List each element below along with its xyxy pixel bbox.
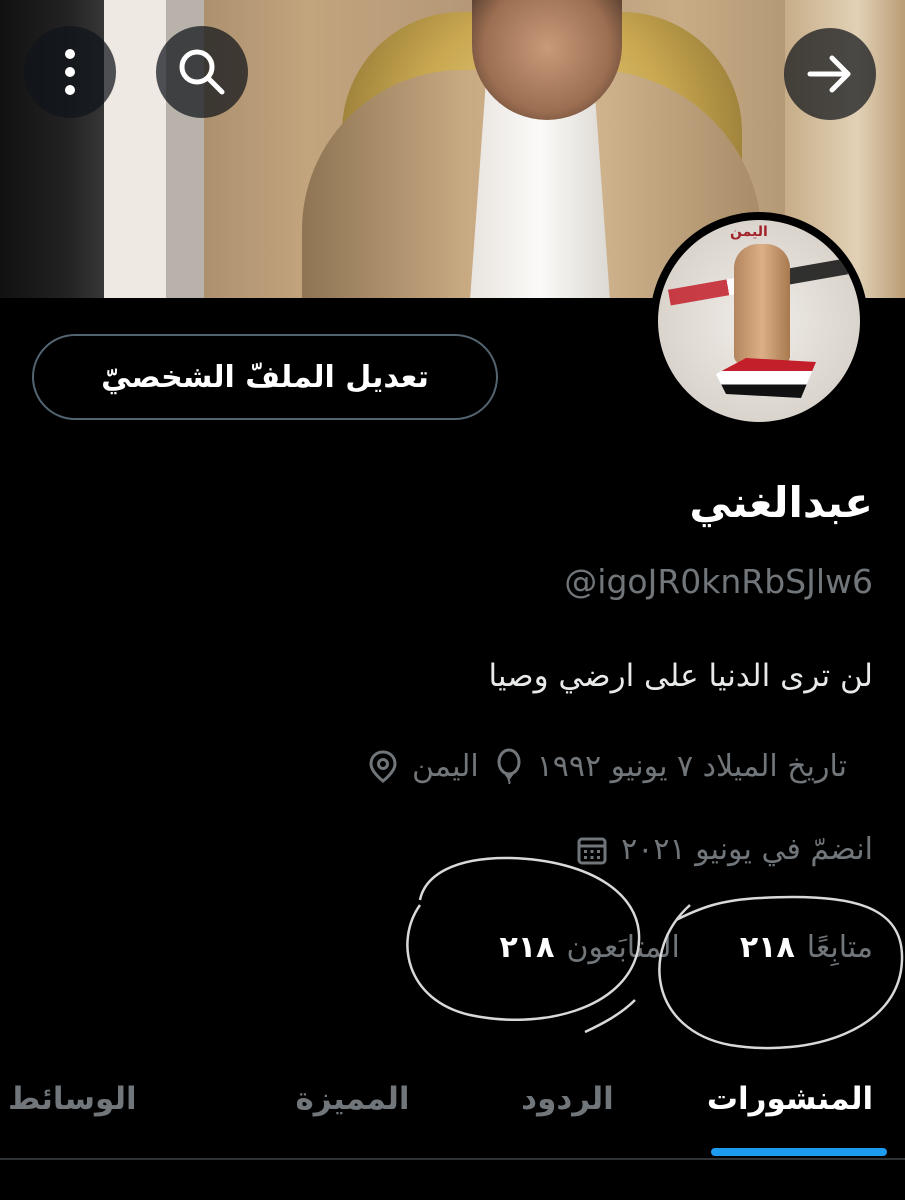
location-pin-icon xyxy=(369,750,397,783)
avatar-map xyxy=(716,358,816,398)
tab-active-indicator xyxy=(711,1148,887,1156)
avatar-caption: اليمن xyxy=(730,224,768,240)
avatar-fist xyxy=(734,244,790,364)
annotation-stroke xyxy=(584,999,636,1034)
more-options-button[interactable] xyxy=(24,26,116,118)
bio: لن ترى الدنيا على ارضي وصيا xyxy=(488,658,873,694)
tab-posts-label: المنشورات xyxy=(706,1081,874,1117)
profile-meta-row: اليمن تاريخ الميلاد ٧ يونيو ١٩٩٢ xyxy=(366,748,873,784)
arrow-right-icon xyxy=(807,55,851,93)
tab-media-label: الوسائط xyxy=(8,1081,137,1117)
tab-highlights[interactable]: المميزة xyxy=(245,1040,460,1158)
tab-highlights-label: المميزة xyxy=(295,1081,410,1117)
following-label: متابِعًا xyxy=(806,930,873,965)
forward-button[interactable] xyxy=(784,28,876,120)
tab-replies[interactable]: الردود xyxy=(460,1040,675,1158)
following-count: ٢١٨ xyxy=(739,930,795,965)
avatar-image: اليمن xyxy=(658,220,860,422)
following-stat[interactable]: ٢١٨ متابِعًا xyxy=(740,930,873,965)
display-name: عبدالغني xyxy=(689,478,873,527)
banner-flag-white xyxy=(104,0,166,298)
joined-text: انضمّ في يونيو ٢٠٢١ xyxy=(621,832,873,867)
calendar-icon xyxy=(577,837,607,864)
tabs-divider xyxy=(0,1158,905,1160)
search-button[interactable] xyxy=(156,26,248,118)
birthdate-text: تاريخ الميلاد ٧ يونيو ١٩٩٢ xyxy=(536,748,847,784)
birthdate-item: تاريخ الميلاد ٧ يونيو ١٩٩٢ xyxy=(493,748,847,784)
edit-profile-button[interactable]: تعديل الملفّ الشخصيّ xyxy=(32,334,498,420)
balloon-icon xyxy=(497,748,521,784)
tab-media[interactable]: الوسائط xyxy=(0,1040,245,1158)
followers-stat[interactable]: ٢١٨ المتابَعون xyxy=(500,930,680,965)
annotation-circle-right xyxy=(658,895,904,1050)
user-handle: @igoJR0knRbSJlw6 xyxy=(564,562,873,601)
followers-label: المتابَعون xyxy=(566,930,680,965)
joined-item: انضمّ في يونيو ٢٠٢١ xyxy=(575,832,873,867)
profile-meta-row-joined: انضمّ في يونيو ٢٠٢١ xyxy=(575,832,873,867)
location-text: اليمن xyxy=(411,748,479,784)
more-vertical-icon xyxy=(65,49,75,95)
followers-count: ٢١٨ xyxy=(499,930,555,965)
profile-tabs: المنشورات الردود المميزة الوسائط xyxy=(0,1040,905,1158)
avatar[interactable]: اليمن xyxy=(650,212,868,430)
follow-stats: ٢١٨ المتابَعون ٢١٨ متابِعًا xyxy=(500,930,873,965)
tab-replies-label: الردود xyxy=(521,1081,614,1117)
tab-posts[interactable]: المنشورات xyxy=(675,1040,905,1158)
location-item: اليمن xyxy=(366,749,479,784)
search-icon xyxy=(179,49,225,95)
